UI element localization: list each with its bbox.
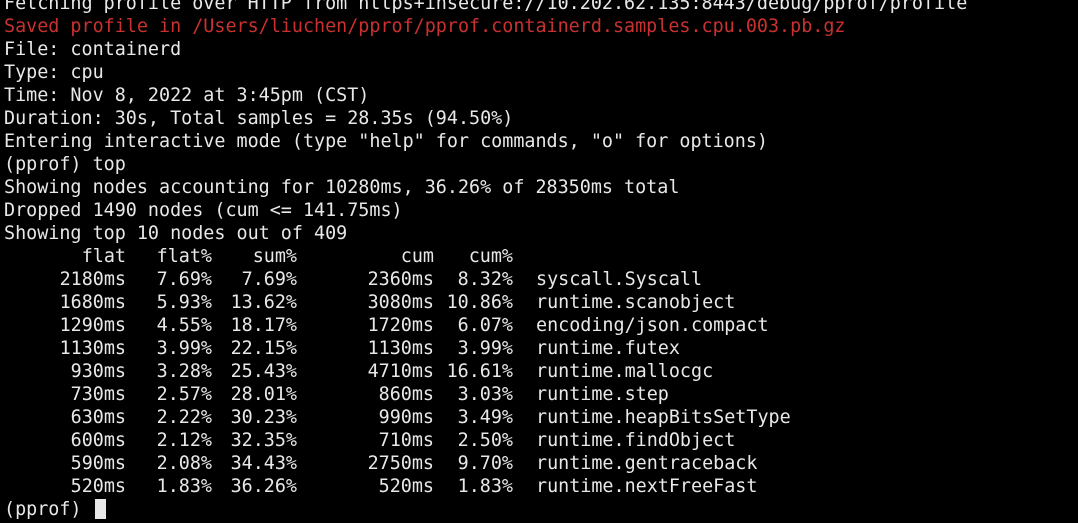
table-row: 2180ms 7.69% 7.69% 2360ms 8.32% syscall.Sysca… bbox=[4, 268, 1078, 291]
table-row: 1680ms 5.93% 13.62% 3080ms 10.86% runtime.sca… bbox=[4, 291, 1078, 314]
output-line: Entering interactive mode (type "help" f… bbox=[4, 131, 768, 152]
cell-cum: 860ms bbox=[378, 384, 434, 405]
error-line: Saved profile in /Users/liuchen/pprof/pp… bbox=[4, 16, 846, 37]
cell-flat-pct: 3.28% bbox=[156, 361, 212, 382]
prompt-line[interactable]: (pprof) bbox=[4, 498, 1078, 521]
cell-cum-pct: 3.99% bbox=[457, 338, 513, 359]
cell-function-name: runtime.futex bbox=[536, 338, 680, 359]
cell-function-name: runtime.nextFreeFast bbox=[536, 476, 758, 497]
header-sum-pct: sum% bbox=[252, 246, 297, 267]
cell-sum-pct: 36.26% bbox=[230, 476, 297, 497]
table-row: 520ms 1.83% 36.26% 520ms 1.83% runtime.nextFr… bbox=[4, 475, 1078, 498]
cell-cum: 1130ms bbox=[367, 338, 434, 359]
output-line: (pprof) top bbox=[4, 154, 126, 175]
cell-flat-pct: 7.69% bbox=[156, 269, 212, 290]
output-line: Dropped 1490 nodes (cum <= 141.75ms) bbox=[4, 200, 403, 221]
cell-sum-pct: 28.01% bbox=[230, 384, 297, 405]
cell-flat-pct: 1.83% bbox=[156, 476, 212, 497]
output-line: Duration: 30s, Total samples = 28.35s (9… bbox=[4, 108, 514, 129]
cell-flat: 590ms bbox=[70, 453, 126, 474]
table-row: 600ms 2.12% 32.35% 710ms 2.50% runtime.findOb… bbox=[4, 429, 1078, 452]
output-line: File: containerd bbox=[4, 39, 182, 60]
cell-flat: 1290ms bbox=[59, 315, 126, 336]
table-row: 630ms 2.22% 30.23% 990ms 3.49% runtime.heapBi… bbox=[4, 406, 1078, 429]
cell-flat-pct: 5.93% bbox=[156, 292, 212, 313]
output-line: Fetching profile over HTTP from https+in… bbox=[4, 0, 968, 14]
cell-cum: 2750ms bbox=[367, 453, 434, 474]
header-cum: cum bbox=[400, 246, 434, 267]
cell-cum: 2360ms bbox=[367, 269, 434, 290]
cell-cum-pct: 6.07% bbox=[457, 315, 513, 336]
cell-sum-pct: 18.17% bbox=[230, 315, 297, 336]
cell-flat: 930ms bbox=[70, 361, 126, 382]
cell-cum-pct: 1.83% bbox=[457, 476, 513, 497]
cell-flat-pct: 3.99% bbox=[156, 338, 212, 359]
cell-flat-pct: 2.08% bbox=[156, 453, 212, 474]
output-line: Type: cpu bbox=[4, 62, 104, 83]
cell-cum: 990ms bbox=[378, 407, 434, 428]
cell-flat: 1680ms bbox=[59, 292, 126, 313]
cell-function-name: runtime.findObject bbox=[536, 430, 736, 451]
cell-sum-pct: 32.35% bbox=[230, 430, 297, 451]
cell-function-name: runtime.gentraceback bbox=[536, 453, 758, 474]
cell-flat-pct: 2.57% bbox=[156, 384, 212, 405]
cell-function-name: runtime.heapBitsSetType bbox=[536, 407, 791, 428]
cell-flat: 730ms bbox=[70, 384, 126, 405]
cell-sum-pct: 22.15% bbox=[230, 338, 297, 359]
table-header: flat flat% sum% cum cum% bbox=[4, 245, 1078, 268]
table-row: 1130ms 3.99% 22.15% 1130ms 3.99% runtime.fute… bbox=[4, 337, 1078, 360]
cell-sum-pct: 13.62% bbox=[230, 292, 297, 313]
table-row: 590ms 2.08% 34.43% 2750ms 9.70% runtime.gentr… bbox=[4, 452, 1078, 475]
output-line: Showing top 10 nodes out of 409 bbox=[4, 223, 348, 244]
cell-flat: 600ms bbox=[70, 430, 126, 451]
header-flat-pct: flat% bbox=[156, 246, 212, 267]
header-flat: flat bbox=[81, 246, 126, 267]
cell-cum: 1720ms bbox=[367, 315, 434, 336]
cell-flat: 630ms bbox=[70, 407, 126, 428]
cell-cum-pct: 2.50% bbox=[457, 430, 513, 451]
cell-sum-pct: 25.43% bbox=[230, 361, 297, 382]
cell-cum: 710ms bbox=[378, 430, 434, 451]
text-cursor bbox=[94, 499, 106, 519]
cell-cum-pct: 9.70% bbox=[457, 453, 513, 474]
cell-function-name: runtime.mallocgc bbox=[536, 361, 714, 382]
prompt: (pprof) bbox=[4, 499, 82, 520]
table-row: 730ms 2.57% 28.01% 860ms 3.03% runtime.step bbox=[4, 383, 1078, 406]
table-row: 930ms 3.28% 25.43% 4710ms 16.61% runtime.mall… bbox=[4, 360, 1078, 383]
cell-function-name: runtime.step bbox=[536, 384, 669, 405]
cell-function-name: runtime.scanobject bbox=[536, 292, 736, 313]
terminal-window[interactable]: Fetching profile over HTTP from https+in… bbox=[0, 0, 1078, 523]
table-body: 2180ms 7.69% 7.69% 2360ms 8.32% syscall.Sysca… bbox=[4, 268, 1078, 498]
cell-sum-pct: 30.23% bbox=[230, 407, 297, 428]
cell-function-name: syscall.Syscall bbox=[536, 269, 703, 290]
cell-cum-pct: 8.32% bbox=[457, 269, 513, 290]
header-cum-pct: cum% bbox=[468, 246, 513, 267]
cell-flat: 2180ms bbox=[59, 269, 126, 290]
cell-flat-pct: 2.12% bbox=[156, 430, 212, 451]
output-lines: Fetching profile over HTTP from https+in… bbox=[4, 0, 1078, 245]
cell-cum-pct: 10.86% bbox=[446, 292, 513, 313]
cell-function-name: encoding/json.compact bbox=[536, 315, 769, 336]
cell-cum: 3080ms bbox=[367, 292, 434, 313]
cell-flat-pct: 4.55% bbox=[156, 315, 212, 336]
cell-sum-pct: 34.43% bbox=[230, 453, 297, 474]
cell-cum: 4710ms bbox=[367, 361, 434, 382]
cell-cum: 520ms bbox=[378, 476, 434, 497]
cell-flat: 1130ms bbox=[59, 338, 126, 359]
cell-flat: 520ms bbox=[70, 476, 126, 497]
cell-cum-pct: 3.03% bbox=[457, 384, 513, 405]
cell-sum-pct: 7.69% bbox=[241, 269, 297, 290]
cell-cum-pct: 16.61% bbox=[446, 361, 513, 382]
cell-cum-pct: 3.49% bbox=[457, 407, 513, 428]
table-row: 1290ms 4.55% 18.17% 1720ms 6.07% encoding/jso… bbox=[4, 314, 1078, 337]
cell-flat-pct: 2.22% bbox=[156, 407, 212, 428]
output-line: Showing nodes accounting for 10280ms, 36… bbox=[4, 177, 680, 198]
output-line: Time: Nov 8, 2022 at 3:45pm (CST) bbox=[4, 85, 370, 106]
